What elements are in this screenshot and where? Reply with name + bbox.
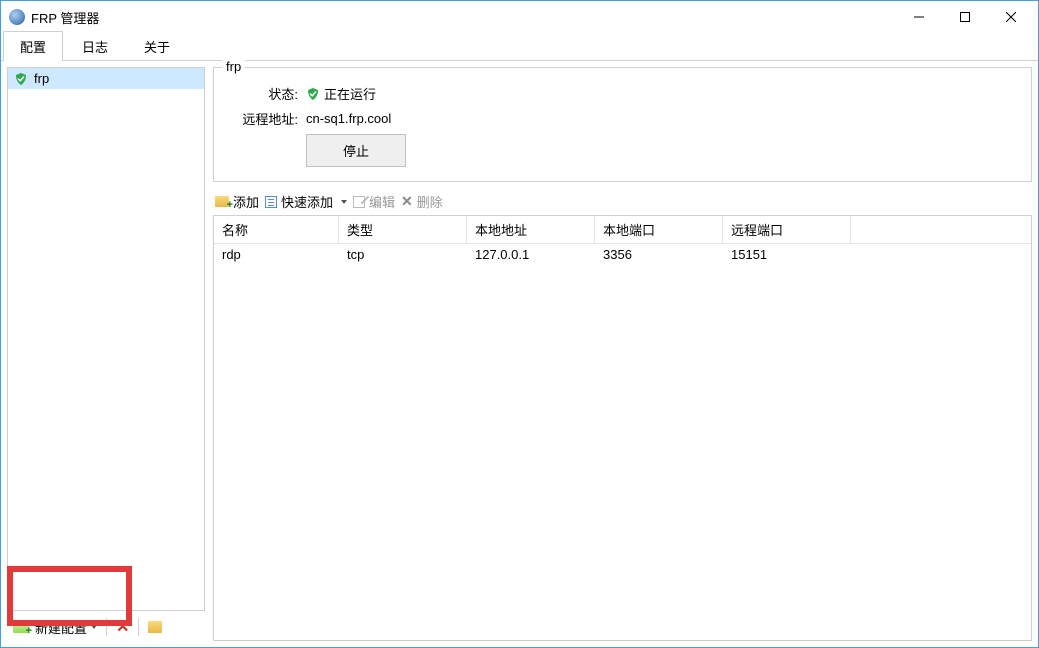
col-header-remote-port[interactable]: 远程端口: [723, 216, 851, 244]
col-header-rest: [851, 216, 1031, 244]
details-legend: frp: [222, 59, 245, 74]
add-label: 添加: [233, 192, 259, 211]
add-icon: [215, 196, 229, 207]
maximize-button[interactable]: [942, 1, 988, 33]
cell-remote-port: 15151: [723, 244, 851, 265]
proxy-toolbar: 添加 快速添加 编辑 ✕ 删除: [213, 182, 1032, 215]
shield-check-icon: [14, 72, 28, 86]
remote-label: 远程地址:: [228, 109, 298, 128]
new-config-button[interactable]: 新建配置: [9, 616, 101, 639]
folder-icon: [148, 621, 162, 633]
cell-type: tcp: [339, 244, 467, 265]
cell-local-addr: 127.0.0.1: [467, 244, 595, 265]
close-button[interactable]: [988, 1, 1034, 33]
separator: [106, 618, 107, 636]
new-config-label: 新建配置: [35, 618, 87, 637]
cell-local-port: 3356: [595, 244, 723, 265]
x-icon: ✕: [116, 617, 129, 637]
config-list[interactable]: frp: [7, 67, 205, 611]
delete-button[interactable]: ✕ 删除: [401, 192, 443, 211]
minimize-button[interactable]: [896, 1, 942, 33]
shield-check-icon: [306, 87, 320, 101]
quick-add-label: 快速添加: [281, 192, 333, 211]
tab-config[interactable]: 配置: [3, 31, 63, 61]
status-text: 正在运行: [324, 84, 376, 103]
delete-config-button[interactable]: ✕: [112, 615, 133, 639]
window-title: FRP 管理器: [31, 8, 99, 27]
delete-label: 删除: [417, 192, 443, 211]
table-row[interactable]: rdp tcp 127.0.0.1 3356 15151: [214, 244, 1031, 265]
col-header-type[interactable]: 类型: [339, 216, 467, 244]
details-group: frp 状态: 正在运行 远程地址: cn-sq1.frp.cool 停止: [213, 67, 1032, 182]
config-item-label: frp: [34, 71, 49, 86]
edit-icon: [353, 196, 365, 208]
add-button[interactable]: 添加: [215, 192, 259, 211]
titlebar: FRP 管理器: [1, 1, 1038, 33]
config-list-item[interactable]: frp: [8, 68, 204, 89]
cell-name: rdp: [214, 244, 339, 265]
remote-value: cn-sq1.frp.cool: [306, 111, 391, 126]
quick-add-button[interactable]: 快速添加: [265, 192, 347, 211]
chevron-down-icon: [341, 200, 347, 204]
status-label: 状态:: [228, 84, 298, 103]
list-icon: [265, 196, 277, 208]
edit-label: 编辑: [369, 192, 395, 211]
tab-log[interactable]: 日志: [65, 31, 125, 61]
sidebar: frp 新建配置 ✕: [7, 67, 205, 641]
open-folder-button[interactable]: [144, 619, 166, 635]
stop-button[interactable]: 停止: [306, 134, 406, 167]
col-header-name[interactable]: 名称: [214, 216, 339, 244]
tab-bar: 配置 日志 关于: [1, 33, 1038, 61]
sidebar-toolbar: 新建配置 ✕: [7, 611, 205, 641]
chevron-down-icon: [91, 625, 97, 629]
separator: [138, 618, 139, 636]
main-panel: frp 状态: 正在运行 远程地址: cn-sq1.frp.cool 停止 添加: [213, 67, 1032, 641]
edit-button[interactable]: 编辑: [353, 192, 395, 211]
new-config-icon: [13, 621, 29, 633]
table-header: 名称 类型 本地地址 本地端口 远程端口: [214, 216, 1031, 244]
app-icon: [9, 9, 25, 25]
col-header-local-addr[interactable]: 本地地址: [467, 216, 595, 244]
col-header-local-port[interactable]: 本地端口: [595, 216, 723, 244]
proxy-table[interactable]: 名称 类型 本地地址 本地端口 远程端口 rdp tcp 127.0.0.1 3…: [213, 215, 1032, 641]
tab-about[interactable]: 关于: [127, 31, 187, 61]
delete-icon: ✕: [401, 193, 413, 210]
